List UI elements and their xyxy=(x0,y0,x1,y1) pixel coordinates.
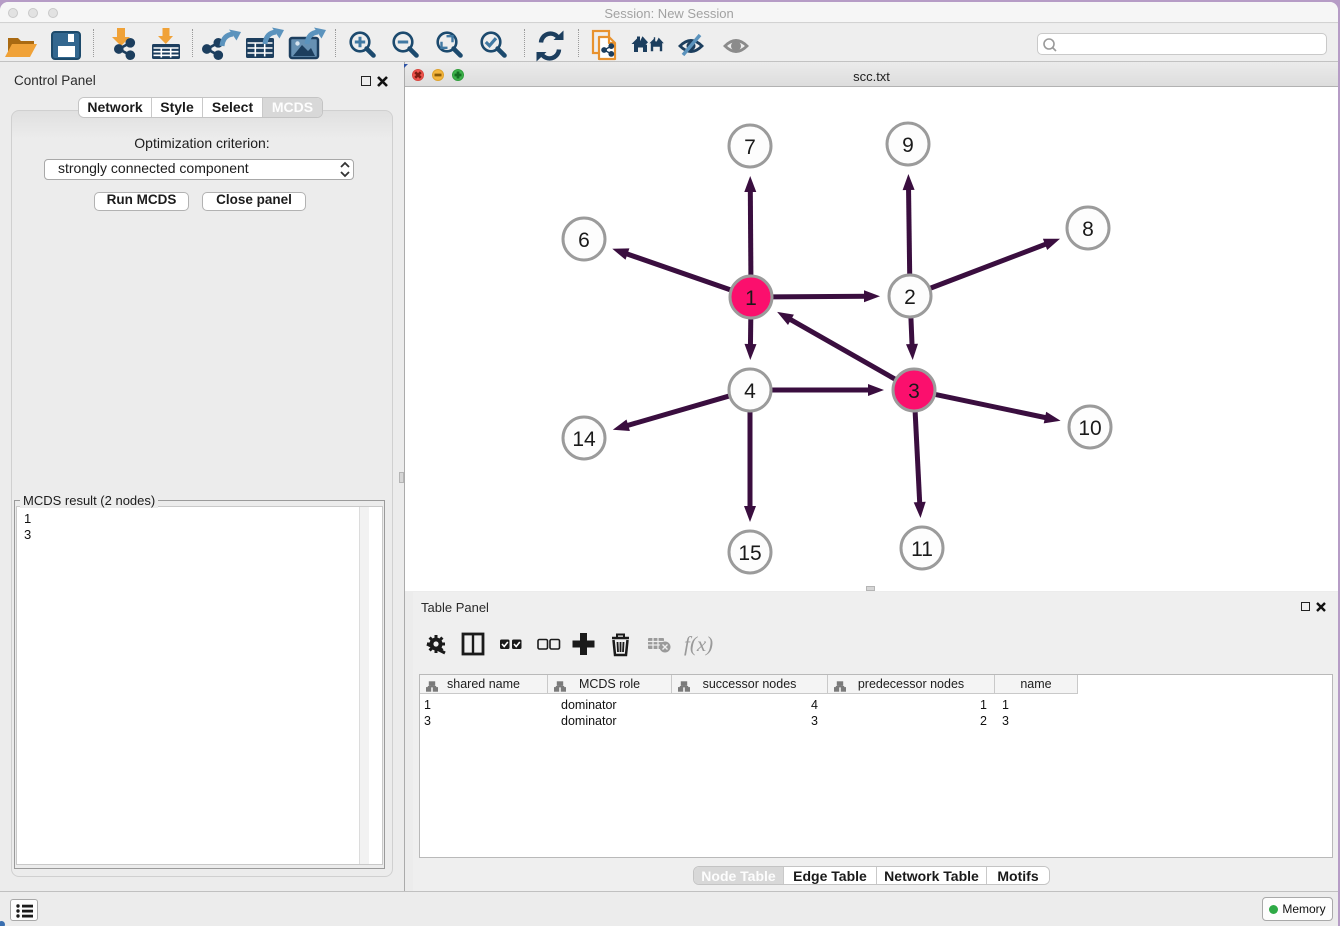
svg-text:11: 11 xyxy=(911,538,933,561)
svg-text:7: 7 xyxy=(744,136,756,159)
svg-text:14: 14 xyxy=(572,428,596,451)
svg-text:f(x): f(x) xyxy=(684,632,713,656)
svg-text:9: 9 xyxy=(902,134,914,157)
svg-text:8: 8 xyxy=(1082,218,1094,241)
svg-text:15: 15 xyxy=(738,542,761,565)
svg-text:10: 10 xyxy=(1078,417,1101,440)
svg-text:4: 4 xyxy=(744,380,756,403)
svg-text:6: 6 xyxy=(578,229,590,252)
svg-text:2: 2 xyxy=(904,286,916,309)
svg-text:1: 1 xyxy=(745,287,757,310)
svg-text:3: 3 xyxy=(908,380,920,403)
